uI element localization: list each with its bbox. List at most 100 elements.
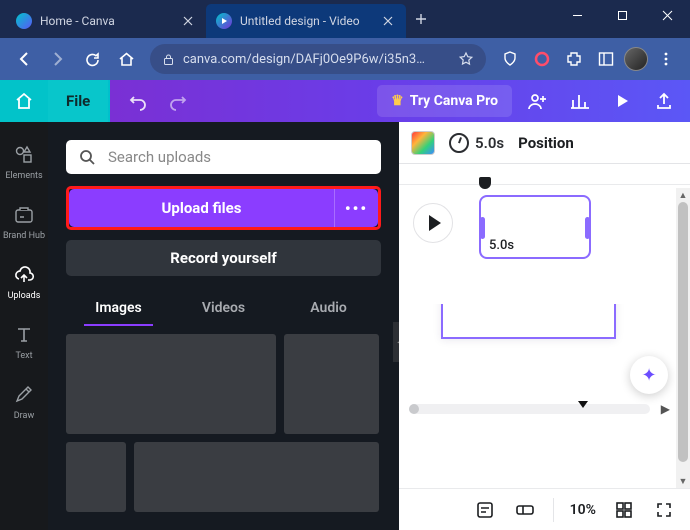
redo-button[interactable] xyxy=(158,80,198,122)
chevron-right-icon[interactable]: ▶ xyxy=(661,402,670,416)
pencil-icon xyxy=(12,383,36,407)
crown-icon: ♛ xyxy=(391,93,404,109)
dots-icon: ••• xyxy=(345,199,368,218)
canvas-stage[interactable]: ✦ ▶ 5.0s xyxy=(399,164,690,488)
shapes-icon xyxy=(12,143,36,167)
file-menu[interactable]: File xyxy=(48,80,108,122)
new-tab-button[interactable] xyxy=(406,4,436,34)
sidebar-item-label: Uploads xyxy=(8,291,41,301)
expand-icon xyxy=(652,498,676,522)
close-icon[interactable] xyxy=(180,13,196,29)
timeline-toggle-button[interactable] xyxy=(513,498,537,522)
canvas-area: 5.0s Position ✦ ▶ xyxy=(399,122,690,530)
magic-assist-button[interactable]: ✦ xyxy=(630,356,668,394)
window-close-button[interactable] xyxy=(645,0,690,30)
search-icon xyxy=(78,148,96,166)
profile-avatar[interactable] xyxy=(624,47,648,71)
home-button[interactable] xyxy=(112,45,140,73)
url-bar[interactable]: canva.com/design/DAFj0Oe9P6w/i35n3… xyxy=(150,44,486,74)
scroll-down-icon[interactable]: ▼ xyxy=(676,474,690,488)
play-button[interactable] xyxy=(413,203,453,243)
upload-files-button[interactable]: Upload files xyxy=(69,189,334,227)
canva-video-favicon xyxy=(216,13,232,29)
shield-icon[interactable] xyxy=(496,45,524,73)
sidebar-icon[interactable] xyxy=(592,45,620,73)
scroll-up-icon[interactable]: ▲ xyxy=(676,188,690,202)
sidebar-item-brand[interactable]: Brand Hub xyxy=(0,192,48,252)
lock-icon xyxy=(162,53,175,66)
playhead[interactable] xyxy=(479,177,491,189)
add-people-button[interactable] xyxy=(518,80,558,122)
opera-icon[interactable] xyxy=(528,45,556,73)
search-input[interactable] xyxy=(106,147,369,167)
zoom-control[interactable]: 10% xyxy=(570,502,596,518)
tab-title: Home - Canva xyxy=(40,14,172,28)
sidebar-item-draw[interactable]: Draw xyxy=(0,372,48,432)
cloud-upload-icon xyxy=(12,263,36,287)
position-button[interactable]: Position xyxy=(518,134,574,152)
color-picker-button[interactable] xyxy=(411,131,435,155)
back-button[interactable] xyxy=(10,45,38,73)
sidebar-item-label: Brand Hub xyxy=(3,231,45,241)
canva-favicon xyxy=(16,13,32,29)
browser-tab-design[interactable]: Untitled design - Video xyxy=(206,4,406,38)
record-yourself-button[interactable]: Record yourself xyxy=(66,240,381,276)
tab-audio[interactable]: Audio xyxy=(276,290,381,326)
media-thumbnail[interactable] xyxy=(66,334,276,434)
play-button[interactable] xyxy=(602,80,642,122)
refresh-button[interactable] xyxy=(78,45,106,73)
notes-button[interactable] xyxy=(473,498,497,522)
extensions-icon[interactable] xyxy=(560,45,588,73)
search-bar[interactable] xyxy=(66,140,381,174)
clip-handle-left[interactable] xyxy=(480,217,485,239)
try-pro-label: Try Canva Pro xyxy=(410,93,498,109)
sidebar-item-uploads[interactable]: Uploads xyxy=(0,252,48,312)
media-thumbnail[interactable] xyxy=(66,442,126,512)
canva-app: File ♛ Try Canva Pro Elements Bra xyxy=(0,80,690,530)
menu-icon[interactable] xyxy=(652,45,680,73)
tab-images[interactable]: Images xyxy=(66,290,171,326)
browser-tab-home[interactable]: Home - Canva xyxy=(6,4,206,38)
share-button[interactable] xyxy=(644,80,684,122)
grid-icon xyxy=(612,498,636,522)
fullscreen-button[interactable] xyxy=(652,498,676,522)
star-icon[interactable] xyxy=(458,51,474,67)
brand-icon xyxy=(12,203,36,227)
grid-view-button[interactable] xyxy=(612,498,636,522)
forward-button[interactable] xyxy=(44,45,72,73)
clock-icon xyxy=(449,133,469,153)
record-label: Record yourself xyxy=(170,249,276,267)
browser-toolbar: canva.com/design/DAFj0Oe9P6w/i35n3… xyxy=(0,38,690,80)
timeline-clip[interactable]: 5.0s xyxy=(479,195,591,259)
vertical-scrollbar[interactable]: ▲ ▼ xyxy=(676,202,690,488)
media-tabs: Images Videos Audio xyxy=(66,290,381,326)
duration-button[interactable]: 5.0s xyxy=(449,133,504,153)
scrollbar-thumb[interactable] xyxy=(409,404,419,414)
home-button[interactable] xyxy=(0,80,48,122)
close-icon[interactable] xyxy=(380,13,396,29)
try-pro-button[interactable]: ♛ Try Canva Pro xyxy=(377,85,512,117)
sidebar-item-text[interactable]: Text xyxy=(0,312,48,372)
position-label: Position xyxy=(518,134,574,152)
upload-more-button[interactable]: ••• xyxy=(334,189,378,227)
browser-titlebar: Home - Canva Untitled design - Video xyxy=(0,0,690,38)
sidebar-item-elements[interactable]: Elements xyxy=(0,132,48,192)
media-thumbnail[interactable] xyxy=(134,442,379,512)
analytics-button[interactable] xyxy=(560,80,600,122)
scrollbar-thumb[interactable] xyxy=(678,202,688,462)
notes-icon xyxy=(473,498,497,522)
clip-handle-right[interactable] xyxy=(585,217,590,239)
h-scrollbar[interactable]: ▶ xyxy=(409,404,650,414)
tab-videos[interactable]: Videos xyxy=(171,290,276,326)
uploads-panel: Upload files ••• Record yourself Images … xyxy=(48,122,399,530)
undo-button[interactable] xyxy=(118,80,158,122)
timeline: 5.0s xyxy=(399,184,690,304)
sidebar-item-label: Elements xyxy=(5,171,42,181)
file-label: File xyxy=(66,92,90,110)
marker-icon xyxy=(578,401,588,408)
media-thumbnail[interactable] xyxy=(284,334,379,434)
sidebar-item-label: Text xyxy=(15,351,32,361)
window-maximize-button[interactable] xyxy=(600,0,645,30)
url-text: canva.com/design/DAFj0Oe9P6w/i35n3… xyxy=(183,52,450,67)
window-minimize-button[interactable] xyxy=(555,0,600,30)
